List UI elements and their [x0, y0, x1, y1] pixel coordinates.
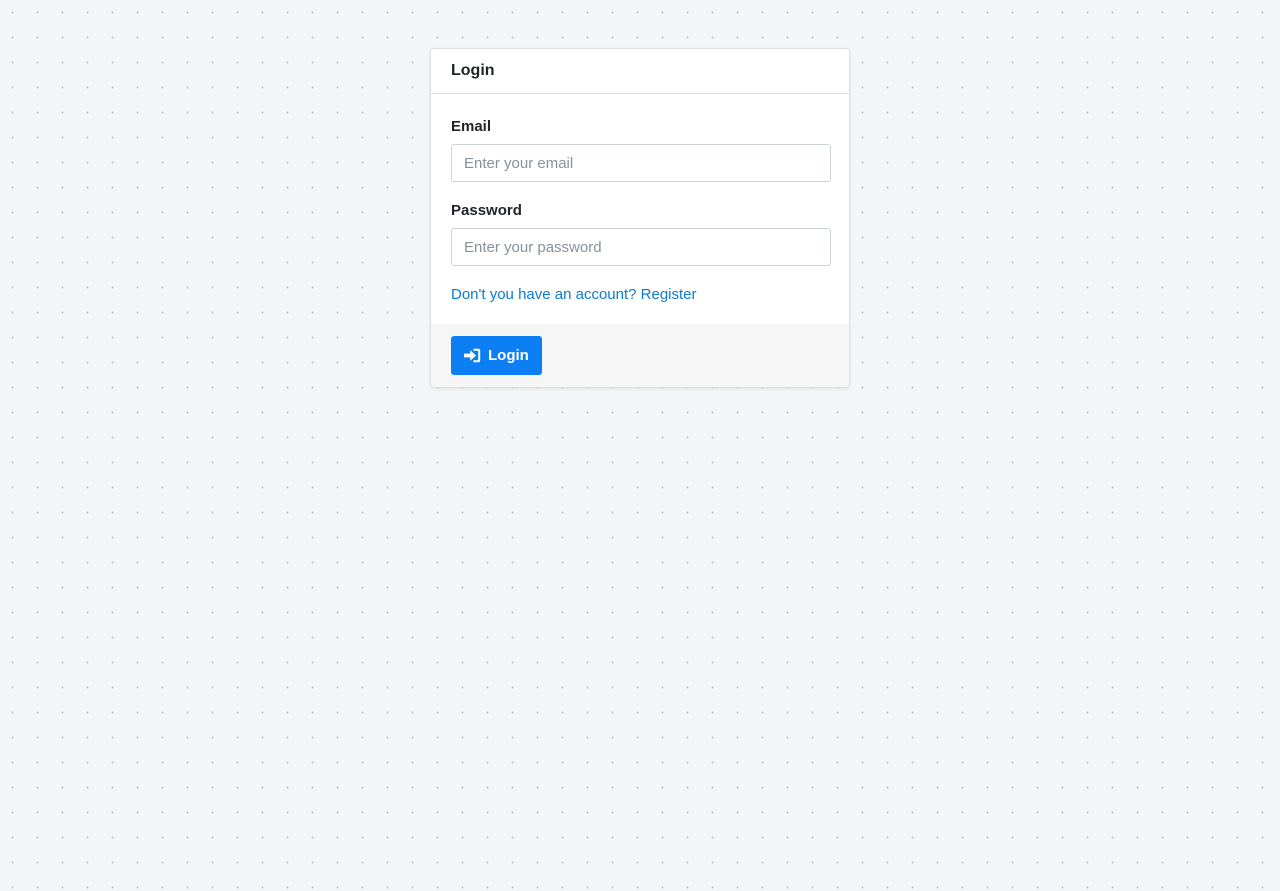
password-label: Password: [451, 202, 522, 219]
password-input[interactable]: [451, 228, 831, 266]
sign-in-icon: [464, 348, 481, 363]
email-label: Email: [451, 118, 492, 135]
login-card-header: Login: [431, 49, 849, 94]
login-button[interactable]: Login: [451, 336, 542, 375]
password-field-group: Password: [451, 202, 831, 266]
login-card-title: Login: [451, 62, 495, 79]
login-page: { "login_card": { "title": "Login", "ema…: [0, 0, 1280, 891]
email-field-group: Email: [451, 118, 831, 182]
email-input[interactable]: [451, 144, 831, 182]
login-card: Login Email Password Don't you have an a…: [430, 48, 850, 388]
login-form: Email Password Don't you have an account…: [431, 94, 849, 324]
register-link[interactable]: Don't you have an account? Register: [451, 286, 697, 303]
login-card-footer: Login: [431, 324, 849, 387]
login-button-label: Login: [488, 347, 529, 364]
